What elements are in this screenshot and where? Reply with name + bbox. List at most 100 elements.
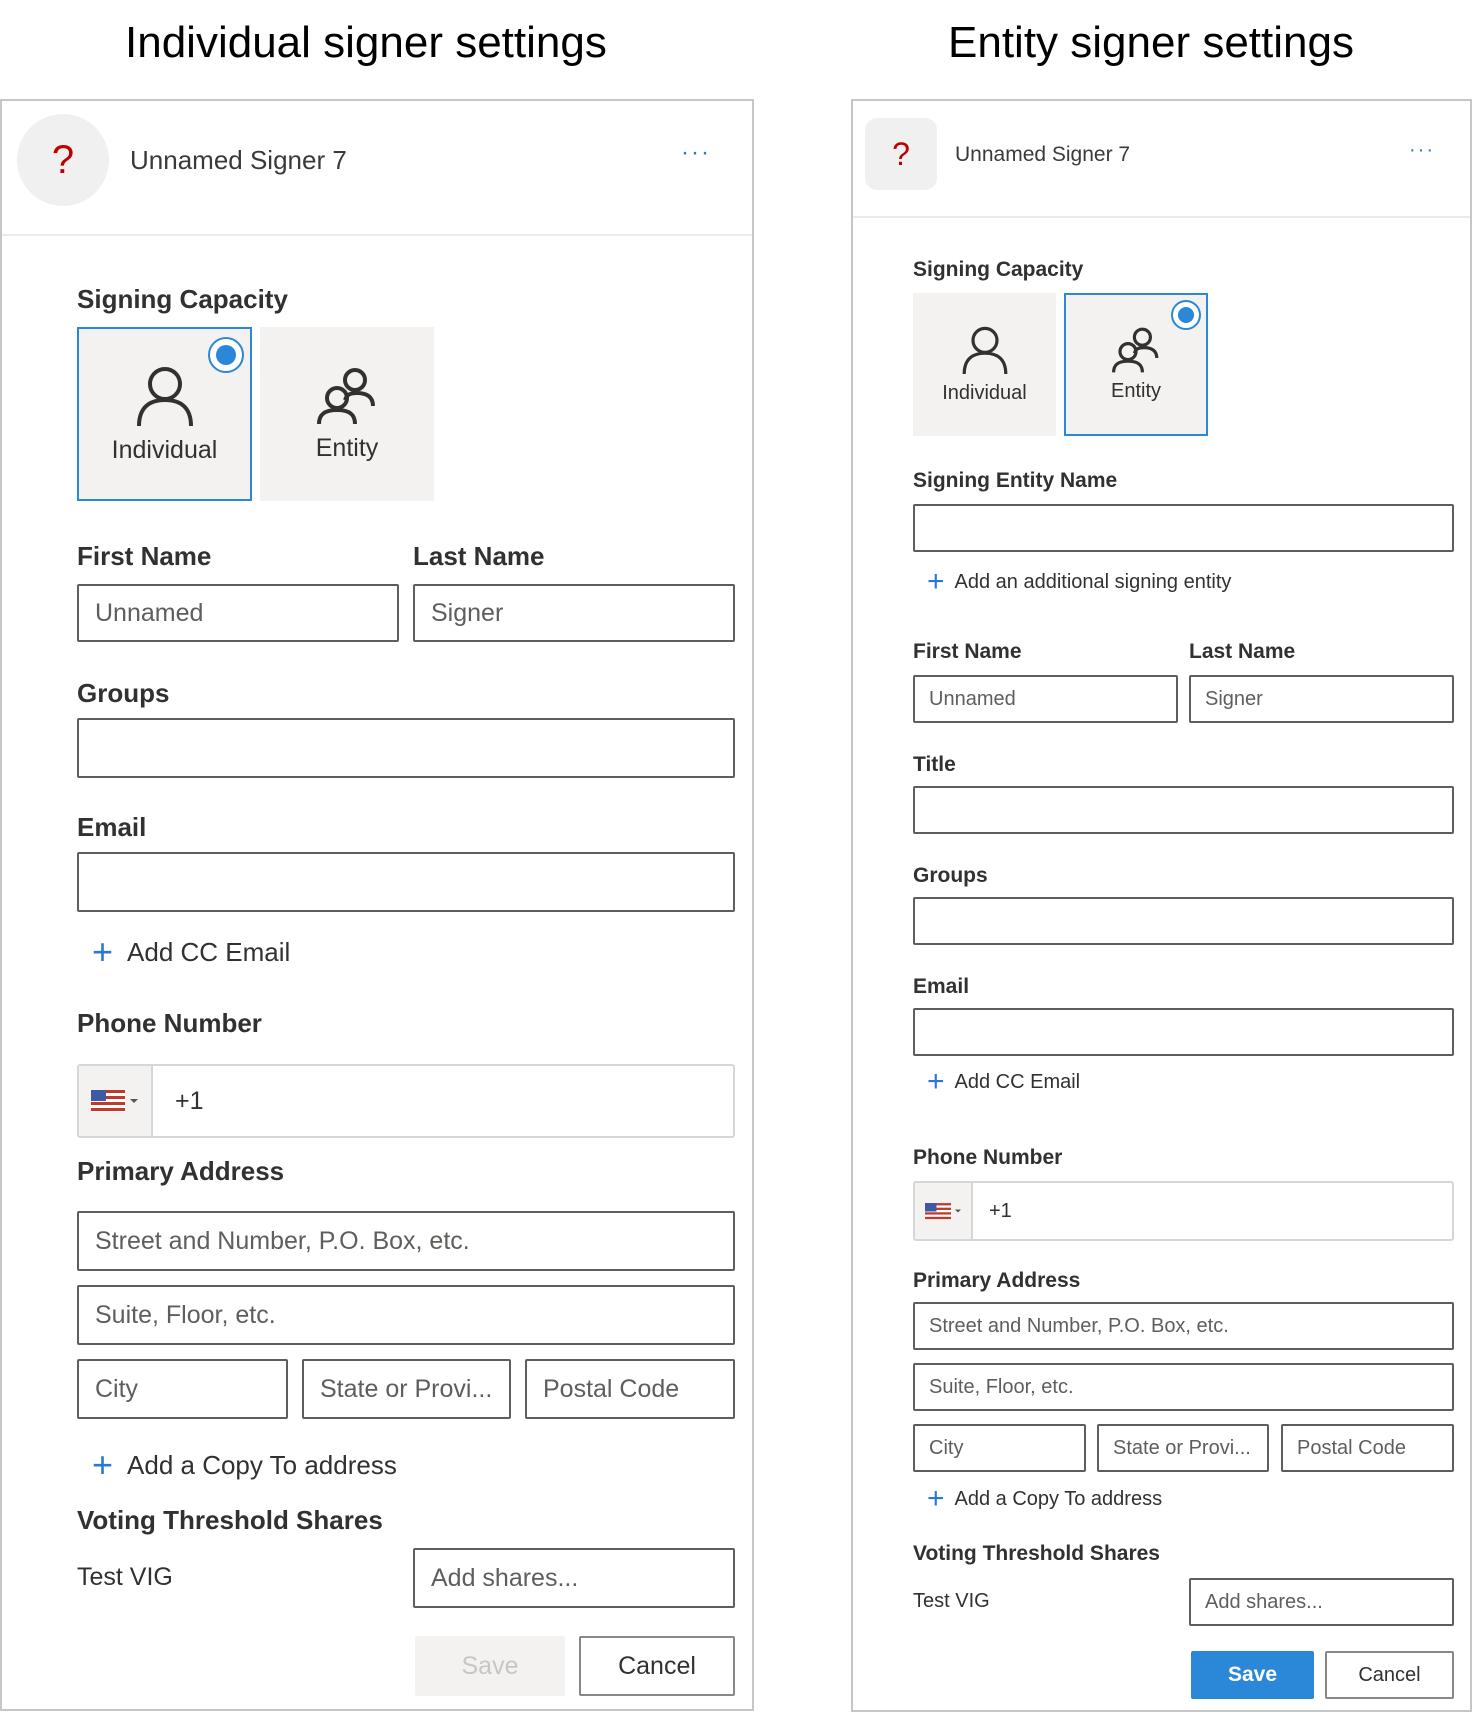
vig-name: Test VIG (913, 1590, 990, 1612)
person-icon (962, 326, 1007, 375)
street-input[interactable]: Street and Number, P.O. Box, etc. (77, 1211, 735, 1271)
add-cc-email-label: Add CC Email (127, 936, 291, 967)
shares-placeholder: Add shares... (431, 1563, 579, 1592)
more-options-icon[interactable]: ··· (681, 139, 711, 167)
last-name-input[interactable]: Signer (1189, 675, 1454, 723)
panel-header: ? Unnamed Signer 7 ··· (2, 101, 752, 236)
add-signing-entity-button[interactable]: + Add an additional signing entity (927, 565, 1231, 599)
cancel-button[interactable]: Cancel (1325, 1651, 1454, 1699)
groups-input[interactable] (913, 897, 1454, 945)
state-placeholder: State or Provi... (320, 1374, 493, 1403)
add-copy-to-label: Add a Copy To address (954, 1487, 1163, 1510)
phone-number-label: Phone Number (77, 1008, 262, 1038)
add-copy-to-address-button[interactable]: + Add a Copy To address (927, 1482, 1162, 1516)
plus-icon: + (927, 1482, 945, 1515)
radio-selected[interactable] (1171, 300, 1201, 330)
shares-input[interactable]: Add shares... (413, 1548, 735, 1608)
individual-settings-heading: Individual signer settings (125, 18, 607, 67)
groups-label: Groups (77, 678, 170, 708)
city-input[interactable]: City (913, 1424, 1086, 1472)
capacity-entity-label: Entity (315, 433, 379, 462)
individual-signer-panel: ? Unnamed Signer 7 ··· Signing Capacity … (0, 99, 754, 1711)
last-name-label: Last Name (1189, 640, 1296, 663)
city-input[interactable]: City (77, 1359, 288, 1419)
capacity-entity-label: Entity (1110, 380, 1162, 402)
phone-input[interactable]: +1 (913, 1181, 1454, 1241)
signing-entity-name-input[interactable] (913, 504, 1454, 552)
suite-placeholder: Suite, Floor, etc. (95, 1300, 276, 1329)
groups-input[interactable] (77, 718, 735, 778)
add-copy-to-address-button[interactable]: + Add a Copy To address (92, 1444, 397, 1486)
signing-capacity-label: Signing Capacity (913, 258, 1084, 281)
add-cc-email-button[interactable]: + Add CC Email (927, 1065, 1080, 1099)
add-cc-email-button[interactable]: + Add CC Email (92, 931, 290, 973)
save-button[interactable]: Save (415, 1636, 565, 1696)
postal-placeholder: Postal Code (543, 1374, 680, 1403)
people-icon (317, 367, 375, 424)
caret-down-icon (130, 1099, 138, 1103)
signer-name: Unnamed Signer 7 (955, 143, 1131, 166)
add-signing-entity-label: Add an additional signing entity (954, 570, 1232, 593)
capacity-option-entity[interactable]: Entity (1064, 293, 1208, 436)
more-options-icon[interactable]: ··· (1409, 139, 1435, 162)
postal-code-input[interactable]: Postal Code (1281, 1424, 1454, 1472)
caret-down-icon (954, 1209, 961, 1213)
phone-input[interactable]: +1 (77, 1064, 735, 1138)
city-placeholder: City (929, 1436, 964, 1459)
people-icon (1112, 327, 1159, 373)
last-name-value: Signer (1205, 687, 1263, 710)
suite-placeholder: Suite, Floor, etc. (929, 1375, 1074, 1398)
street-placeholder: Street and Number, P.O. Box, etc. (929, 1314, 1229, 1337)
person-icon (136, 366, 193, 426)
title-label: Title (913, 753, 956, 776)
capacity-individual-label: Individual (942, 382, 1027, 404)
city-placeholder: City (95, 1374, 139, 1403)
shares-input[interactable]: Add shares... (1189, 1578, 1454, 1626)
last-name-input[interactable]: Signer (413, 584, 735, 642)
country-selector[interactable] (915, 1183, 973, 1239)
state-input[interactable]: State or Provi... (302, 1359, 511, 1419)
first-name-input[interactable]: Unnamed (77, 584, 399, 642)
postal-code-input[interactable]: Postal Code (525, 1359, 735, 1419)
state-input[interactable]: State or Provi... (1097, 1424, 1269, 1472)
vig-name: Test VIG (77, 1563, 173, 1591)
suite-input[interactable]: Suite, Floor, etc. (913, 1363, 1454, 1411)
question-mark-icon: ? (892, 135, 910, 172)
street-input[interactable]: Street and Number, P.O. Box, etc. (913, 1302, 1454, 1350)
signer-name: Unnamed Signer 7 (130, 145, 347, 175)
us-flag-icon (924, 1202, 951, 1220)
plus-icon: + (927, 565, 945, 598)
avatar: ? (865, 118, 937, 190)
voting-threshold-label: Voting Threshold Shares (77, 1505, 383, 1535)
cancel-button[interactable]: Cancel (579, 1636, 735, 1696)
question-mark-icon: ? (51, 137, 75, 182)
entity-settings-heading: Entity signer settings (948, 18, 1354, 67)
plus-icon: + (927, 1065, 945, 1098)
phone-code: +1 (175, 1086, 204, 1115)
first-name-input[interactable]: Unnamed (913, 675, 1178, 723)
first-name-value: Unnamed (929, 687, 1016, 710)
avatar: ? (17, 114, 109, 206)
plus-icon: + (92, 931, 114, 972)
capacity-option-individual[interactable]: Individual (77, 327, 252, 501)
us-flag-icon (91, 1090, 125, 1112)
postal-placeholder: Postal Code (1297, 1436, 1406, 1459)
email-label: Email (913, 975, 970, 998)
capacity-option-entity[interactable]: Entity (260, 327, 434, 501)
add-copy-to-label: Add a Copy To address (127, 1449, 397, 1480)
add-cc-email-label: Add CC Email (954, 1070, 1081, 1093)
email-input[interactable] (77, 852, 735, 912)
groups-label: Groups (913, 864, 988, 887)
first-name-label: First Name (913, 640, 1022, 663)
country-selector[interactable] (79, 1066, 153, 1136)
suite-input[interactable]: Suite, Floor, etc. (77, 1285, 735, 1345)
radio-selected[interactable] (208, 337, 244, 373)
voting-threshold-label: Voting Threshold Shares (913, 1542, 1160, 1565)
title-input[interactable] (913, 786, 1454, 834)
capacity-option-individual[interactable]: Individual (913, 293, 1056, 436)
first-name-label: First Name (77, 541, 212, 571)
primary-address-label: Primary Address (913, 1269, 1081, 1292)
save-button[interactable]: Save (1191, 1651, 1314, 1699)
email-input[interactable] (913, 1008, 1454, 1056)
first-name-value: Unnamed (95, 598, 204, 627)
